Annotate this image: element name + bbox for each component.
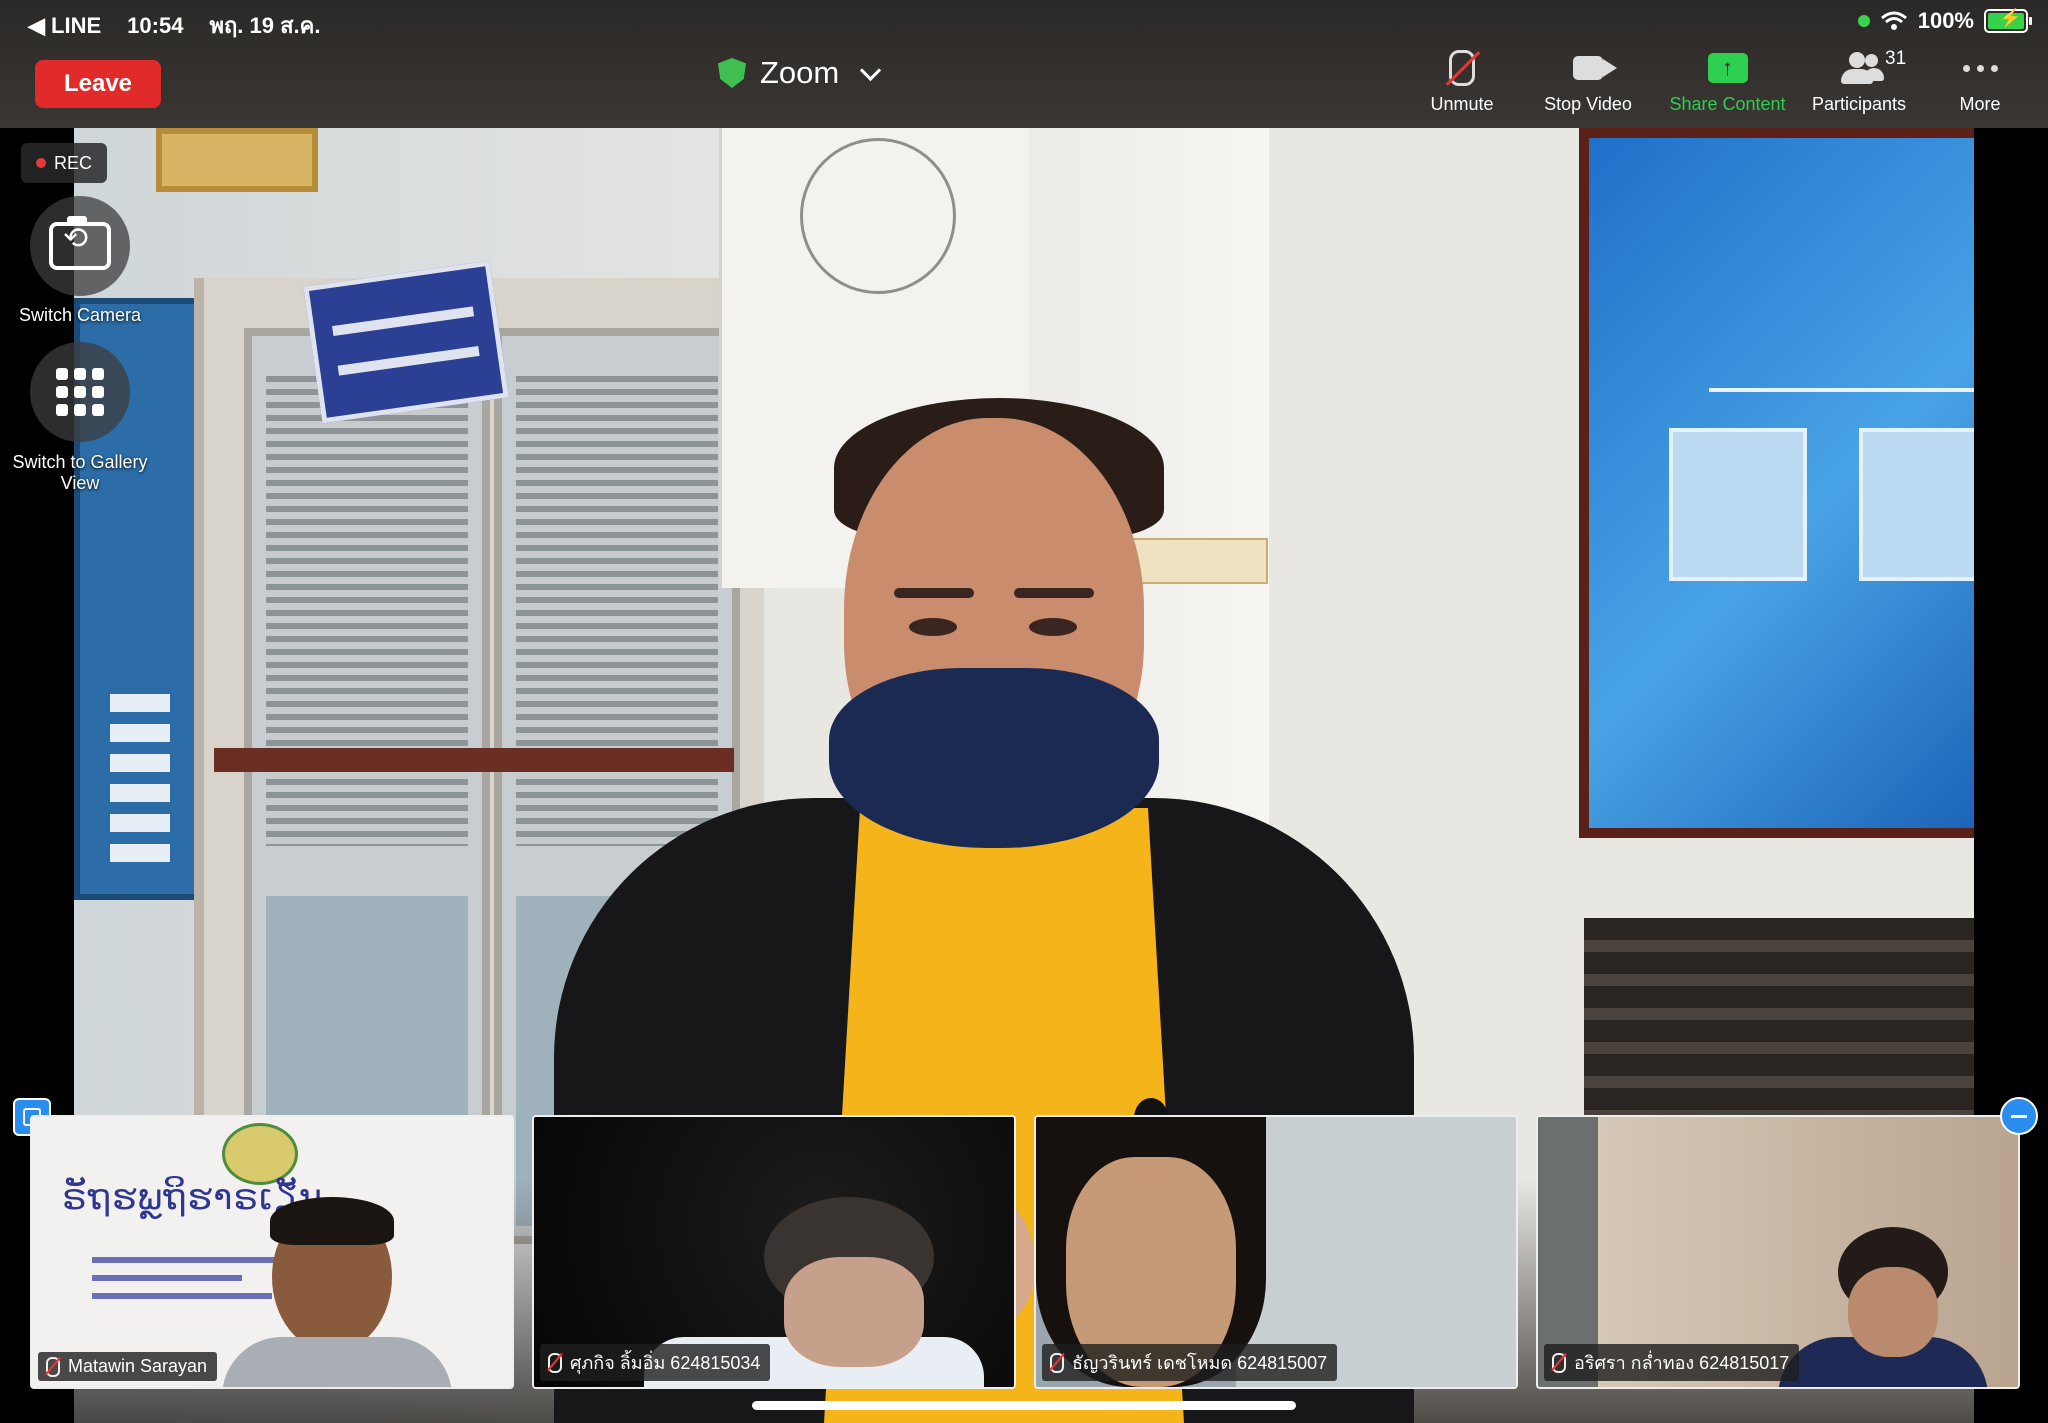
participant-name-tag: ธัญวรินทร์ เดชโหมด 624815007 xyxy=(1042,1344,1338,1381)
unmute-label: Unmute xyxy=(1430,94,1494,114)
gallery-view-button[interactable] xyxy=(30,342,130,442)
participant-figure xyxy=(270,1197,394,1245)
participants-label: Participants xyxy=(1811,94,1907,114)
participant-thumbnail[interactable]: ธัญวรินทร์ เดชโหมด 624815007 xyxy=(1034,1115,1518,1389)
recording-badge: REC xyxy=(21,143,107,183)
more-dots-icon xyxy=(1962,64,1998,72)
participant-thumbnail[interactable]: อริศรา กล่ำทอง 624815017 xyxy=(1536,1115,2020,1389)
status-time: 10:54 xyxy=(127,12,184,38)
meeting-title: Zoom xyxy=(760,55,840,90)
recording-dot-icon xyxy=(35,158,46,168)
share-arrow-icon: ↑ xyxy=(1707,53,1748,83)
stop-video-label: Stop Video xyxy=(1544,94,1632,114)
participant-name: ศุภกิจ ลิ้มอิ่ม 624815034 xyxy=(570,1353,761,1373)
organization-logo xyxy=(222,1123,298,1185)
participant-thumbnail[interactable]: ศุภกิจ ลิ้มอิ่ม 624815034 xyxy=(532,1115,1016,1389)
grid-icon xyxy=(56,368,104,416)
switch-camera-icon xyxy=(49,216,111,270)
back-to-app-link[interactable]: ◀ LINE xyxy=(28,13,101,39)
home-indicator[interactable] xyxy=(752,1401,1296,1410)
participant-figure xyxy=(1848,1267,1938,1357)
participant-name-tag: ศุภกิจ ลิ้มอิ่ม 624815034 xyxy=(540,1344,771,1381)
share-content-label: Share Content xyxy=(1669,94,1786,114)
muted-microphone-icon xyxy=(1552,1352,1566,1373)
meeting-title-dropdown[interactable]: Zoom xyxy=(718,55,882,91)
participants-count-badge: 31 xyxy=(1885,48,1907,69)
switch-camera-button[interactable] xyxy=(30,196,130,296)
video-background xyxy=(1579,128,1974,838)
participant-name-tag: Matawin Sarayan xyxy=(38,1352,218,1381)
participant-thumbnail[interactable]: ຣັຖຮພຼຖິຮາຣເຽັນ Matawin Sarayan xyxy=(30,1115,514,1389)
wifi-icon xyxy=(1880,11,1907,30)
participant-name-tag: อริศรา กล่ำทอง 624815017 xyxy=(1544,1344,1800,1381)
more-button[interactable]: More xyxy=(1950,48,2010,115)
video-camera-icon xyxy=(1573,56,1617,80)
leave-button[interactable]: Leave xyxy=(35,60,161,108)
video-background xyxy=(156,128,318,192)
top-toolbar: ◀ LINE 10:54 พฤ. 19 ส.ค. 100% ⚡ Leave Zo… xyxy=(0,0,2048,128)
muted-microphone-icon xyxy=(548,1352,562,1373)
participant-name: ธัญวรินทร์ เดชโหมด 624815007 xyxy=(1072,1353,1328,1373)
switch-camera-label: Switch Camera xyxy=(18,305,142,325)
chevron-down-icon xyxy=(860,59,882,81)
participant-name: อริศรา กล่ำทอง 624815017 xyxy=(1574,1353,1790,1373)
muted-microphone-icon xyxy=(1050,1352,1064,1373)
participant-name: Matawin Sarayan xyxy=(68,1356,208,1376)
battery-percent: 100% xyxy=(1917,8,1974,33)
unmute-button[interactable]: Unmute xyxy=(1412,48,1512,115)
recording-label: REC xyxy=(53,152,92,173)
collapse-thumbnails-button[interactable] xyxy=(2000,1097,2038,1135)
battery-charging-icon: ⚡ xyxy=(1984,8,2032,33)
camera-in-use-indicator-icon xyxy=(1857,15,1870,27)
participant-figure xyxy=(222,1337,452,1387)
gallery-view-label: Switch to Gallery View xyxy=(12,452,148,493)
minus-icon xyxy=(2011,1114,2027,1118)
stop-video-button[interactable]: Stop Video xyxy=(1533,48,1643,115)
video-background xyxy=(303,260,509,424)
status-bar-left: ◀ LINE 10:54 พฤ. 19 ส.ค. xyxy=(28,8,320,43)
muted-microphone-icon xyxy=(1449,50,1475,86)
status-bar-right: 100% ⚡ xyxy=(1857,8,2032,34)
participant-figure xyxy=(784,1257,924,1367)
status-date: พฤ. 19 ส.ค. xyxy=(209,13,321,38)
share-content-button[interactable]: ↑ Share Content xyxy=(1660,48,1795,115)
participants-icon xyxy=(1837,52,1884,84)
more-label: More xyxy=(1959,94,2001,114)
encryption-shield-icon xyxy=(718,58,746,88)
muted-microphone-icon xyxy=(46,1356,60,1377)
